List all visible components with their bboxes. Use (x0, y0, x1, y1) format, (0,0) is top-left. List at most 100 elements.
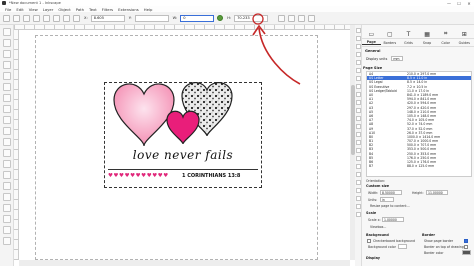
deselect-button[interactable] (23, 14, 30, 22)
paint-bucket-tool-icon[interactable] (2, 171, 11, 179)
width-field[interactable]: 8.50000 (380, 190, 402, 195)
menu-help[interactable]: Help (144, 7, 153, 12)
checkerboard-checkbox[interactable] (367, 239, 371, 243)
units-select[interactable]: in (380, 197, 394, 202)
move-gradients-button[interactable] (298, 14, 306, 22)
undo-icon[interactable] (355, 76, 361, 81)
y-field[interactable] (134, 14, 169, 22)
background-color-swatch[interactable] (398, 244, 407, 249)
measure-tool-icon[interactable] (2, 226, 11, 234)
connector-tool-icon[interactable] (2, 215, 11, 223)
minimize-button[interactable]: — (444, 1, 454, 6)
zoom-selection-icon[interactable] (355, 116, 361, 121)
page-size-row[interactable]: B7 88.0 × 125.0 mm (367, 164, 471, 168)
scale-corners-button[interactable] (288, 14, 296, 22)
flip-horizontal-button[interactable] (53, 14, 60, 22)
menu-view[interactable]: View (29, 7, 38, 12)
spray-tool-icon[interactable] (2, 193, 11, 201)
pencil-tool-icon[interactable] (2, 94, 11, 102)
menu-extensions[interactable]: Extensions (118, 7, 139, 12)
show-border-checkbox[interactable] (464, 239, 468, 243)
rotate-ccw-button[interactable] (33, 14, 40, 22)
fill-stroke-icon[interactable] (355, 172, 361, 177)
menu-path[interactable]: Path (76, 7, 84, 12)
x-field[interactable]: 8.605 (90, 14, 125, 22)
tab-borders[interactable]: Borders (381, 41, 400, 45)
tab-snap[interactable]: Snap (418, 41, 437, 45)
duplicate-icon[interactable] (355, 140, 361, 145)
zoom-page-icon[interactable] (355, 132, 361, 137)
document-properties-icon[interactable] (355, 212, 361, 217)
snap-icon[interactable]: ⌗ (436, 30, 455, 38)
move-patterns-button[interactable] (308, 14, 316, 22)
ungroup-icon[interactable] (355, 164, 361, 169)
zoom-drawing-icon[interactable] (355, 124, 361, 129)
close-button[interactable]: ✕ (464, 1, 474, 6)
vertical-scroll-thumb[interactable] (350, 85, 355, 155)
dropper-tool-icon[interactable] (2, 160, 11, 168)
w-field[interactable]: 0 (180, 14, 215, 22)
print-icon[interactable] (355, 52, 361, 57)
group-icon[interactable] (355, 156, 361, 161)
tab-grids[interactable]: Grids (399, 41, 418, 45)
border-color-swatch[interactable] (462, 250, 471, 255)
cut-icon[interactable] (355, 100, 361, 105)
selected-artwork[interactable]: love never fails ♥♥♥♥♥♥♥♥♥♥♥ 1 CORINTHIA… (104, 82, 262, 188)
raise-button[interactable] (73, 14, 80, 22)
spiral-tool-icon[interactable] (2, 83, 11, 91)
open-file-icon[interactable] (355, 36, 361, 41)
rotate-cw-button[interactable] (43, 14, 50, 22)
scale-stroke-button[interactable] (278, 14, 286, 22)
text-icon[interactable]: T (399, 31, 418, 38)
menu-text[interactable]: Text (89, 7, 97, 12)
horizontal-scrollbar[interactable] (19, 260, 350, 266)
import-icon[interactable] (355, 60, 361, 65)
height-field[interactable]: 11.00000 (426, 190, 448, 195)
mesh-tool-icon[interactable] (2, 149, 11, 157)
guides-icon[interactable]: ⊞ (455, 31, 474, 38)
grid-icon[interactable]: ▦ (418, 31, 437, 38)
selector-tool-icon[interactable] (2, 28, 11, 36)
select-all-layers-button[interactable] (13, 14, 20, 22)
text-tool-icon[interactable] (2, 127, 11, 135)
ellipse-tool-icon[interactable] (2, 61, 11, 69)
select-all-button[interactable] (3, 14, 10, 22)
viewbox-expander[interactable]: Viewbox... (370, 225, 386, 229)
node-tool-icon[interactable] (2, 39, 11, 47)
calligraphy-tool-icon[interactable] (2, 116, 11, 124)
xml-editor-icon[interactable] (355, 188, 361, 193)
star-tool-icon[interactable] (2, 72, 11, 80)
scale-field[interactable]: 1.00000 (382, 217, 404, 222)
h-field[interactable]: 70.233 (234, 14, 269, 22)
gradient-tool-icon[interactable] (2, 138, 11, 146)
paste-icon[interactable] (355, 108, 361, 113)
resize-to-content-expander[interactable]: Resize page to content... (370, 204, 410, 208)
menu-edit[interactable]: Edit (16, 7, 23, 12)
page-icon[interactable]: ▭ (362, 31, 381, 38)
flip-vertical-button[interactable] (63, 14, 70, 22)
eraser-tool-icon[interactable] (2, 204, 11, 212)
tab-guides[interactable]: Guides (455, 41, 474, 45)
save-icon[interactable] (355, 44, 361, 49)
borders-icon[interactable]: ▢ (381, 31, 400, 38)
lock-icon[interactable] (217, 15, 224, 21)
redo-icon[interactable] (355, 84, 361, 89)
border-on-top-checkbox[interactable] (464, 245, 468, 249)
tab-page[interactable]: Page (362, 40, 381, 45)
align-icon[interactable] (355, 196, 361, 201)
display-units-select[interactable]: mm (391, 56, 404, 61)
text-font-icon[interactable] (355, 180, 361, 185)
clone-icon[interactable] (355, 148, 361, 153)
page-size-table[interactable]: A4 210.0 × 297.0 mm US Letter 8.5 × 11.0 in… (366, 71, 472, 177)
maximize-button[interactable]: ☐ (454, 1, 464, 6)
preferences-icon[interactable] (355, 204, 361, 209)
zoom-tool-icon[interactable] (2, 237, 11, 245)
menu-file[interactable]: File (5, 7, 11, 12)
new-document-icon[interactable] (355, 28, 361, 33)
pen-tool-icon[interactable] (2, 105, 11, 113)
menu-layer[interactable]: Layer (43, 7, 54, 12)
export-icon[interactable] (355, 68, 361, 73)
menu-object[interactable]: Object (58, 7, 70, 12)
tab-color[interactable]: Color (436, 41, 455, 45)
tweak-tool-icon[interactable] (2, 182, 11, 190)
